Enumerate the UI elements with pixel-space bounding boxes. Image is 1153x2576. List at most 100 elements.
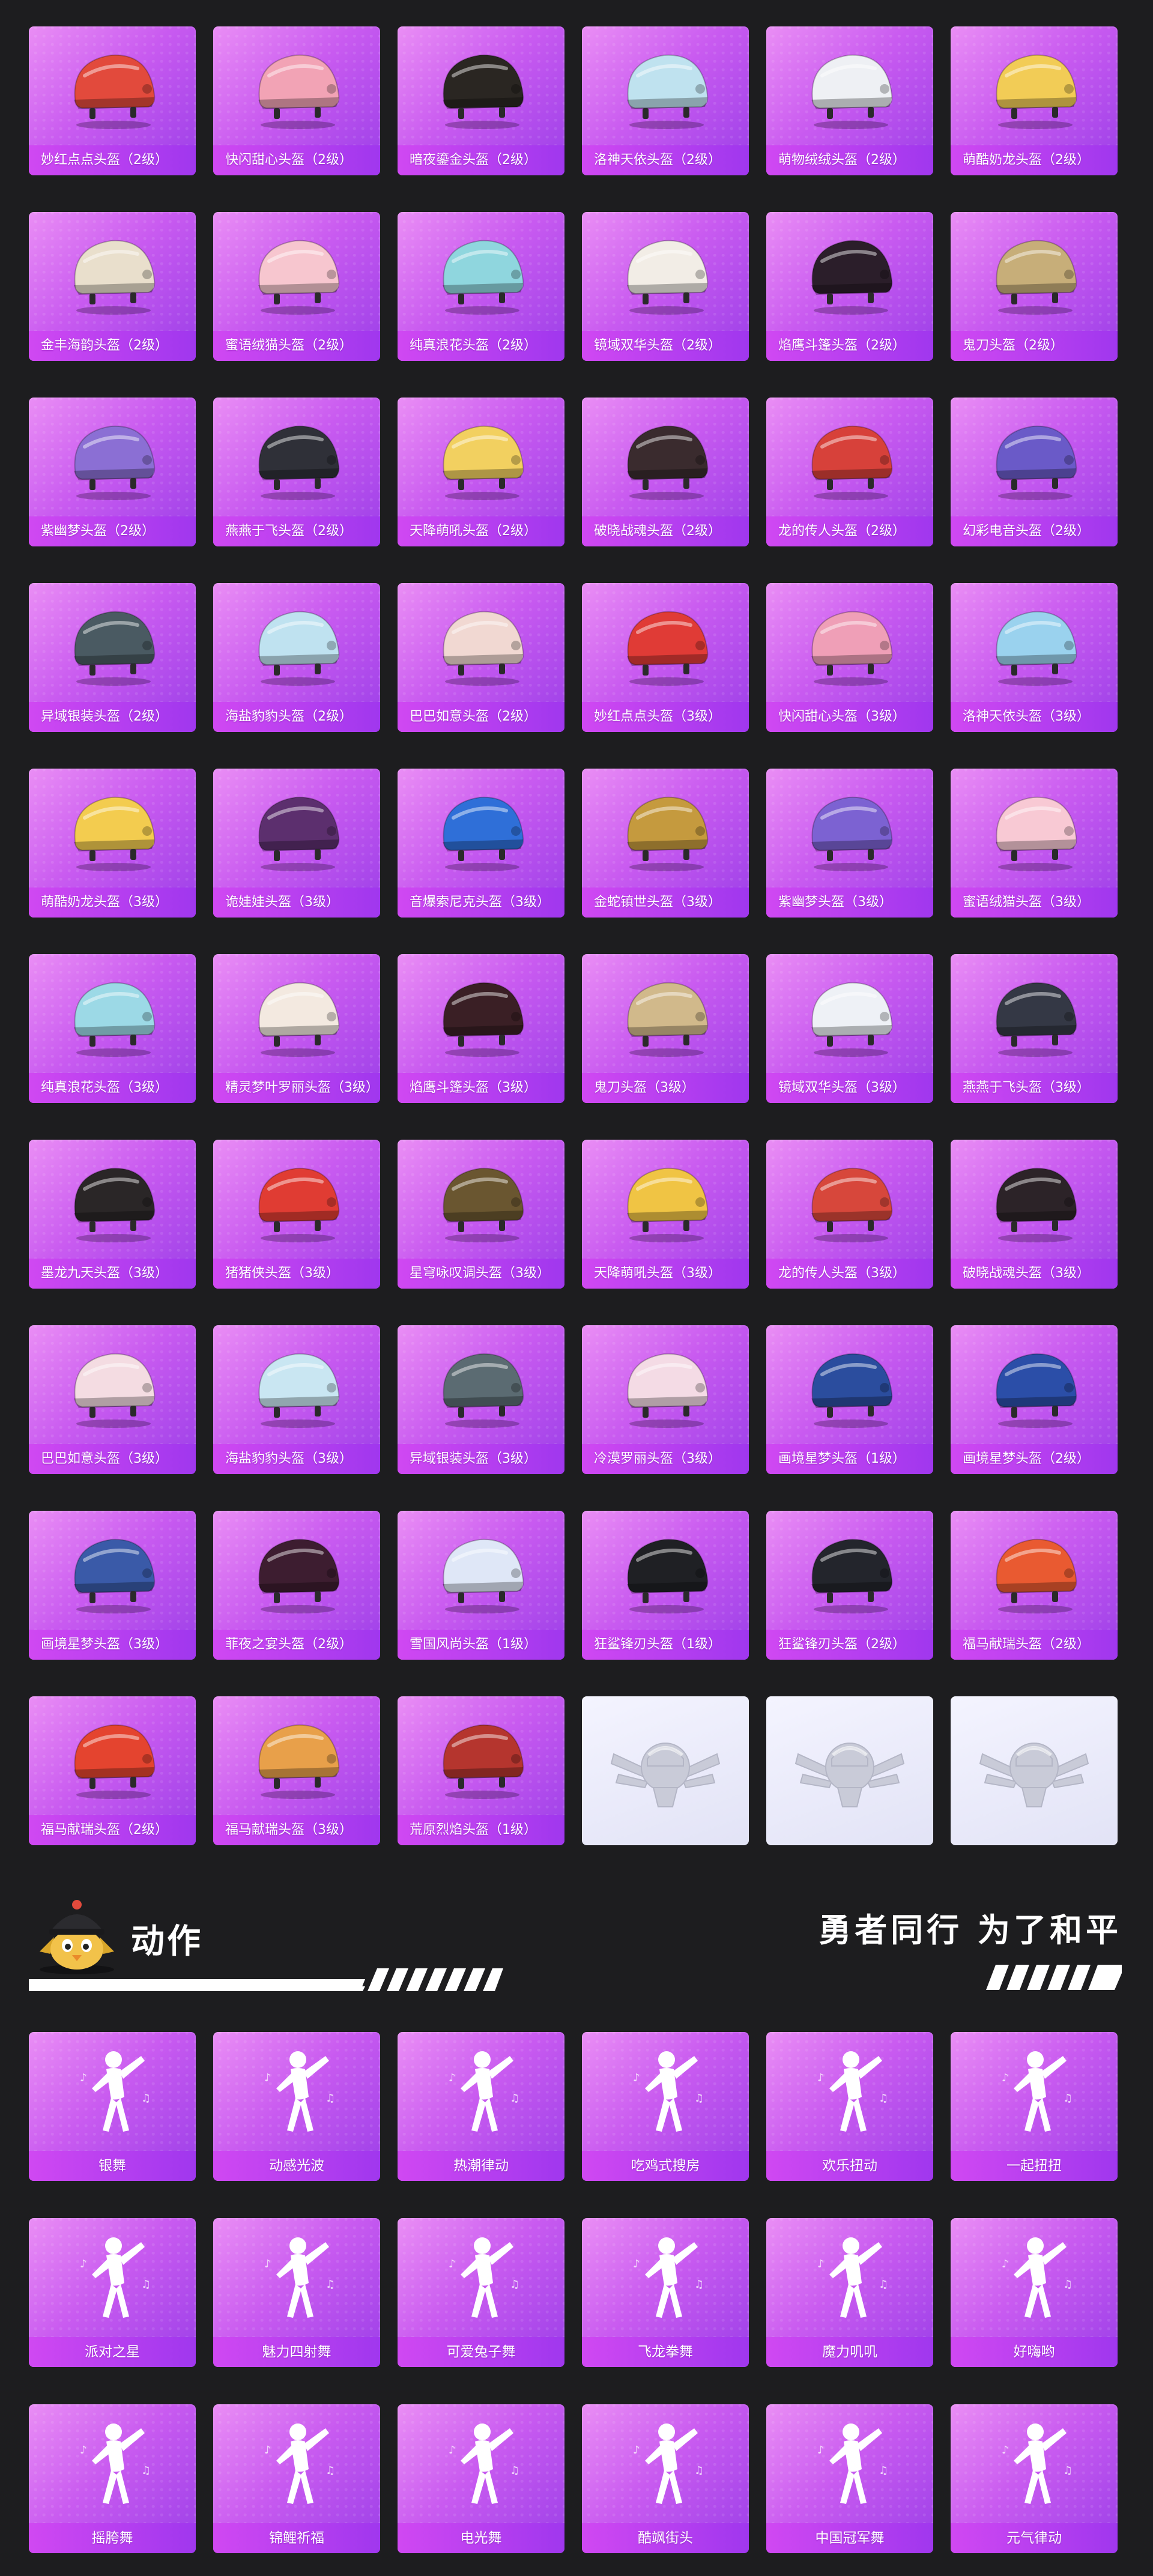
placeholder-card (582, 1696, 749, 1845)
helmet-card[interactable]: 洛神天依头盔（3级） (951, 583, 1118, 732)
helmet-card[interactable]: 紫幽梦头盔（3级） (766, 769, 933, 918)
helmet-label: 幻彩电音头盔（2级） (951, 516, 1118, 546)
helmet-card[interactable]: 鬼刀头盔（2级） (951, 212, 1118, 361)
helmet-card[interactable]: 猪猪侠头盔（3级） (213, 1140, 380, 1289)
helmet-card[interactable]: 紫幽梦头盔（2级） (29, 398, 196, 546)
helmet-card[interactable]: 福马献瑞头盔（3级） (213, 1696, 380, 1845)
helmet-card[interactable]: 菲夜之宴头盔（2级） (213, 1511, 380, 1660)
svg-text:♪: ♪ (633, 2072, 640, 2084)
helmet-card[interactable]: 天降萌吼头盔（2级） (398, 398, 564, 546)
emote-card[interactable]: ♪ ♫ 热潮律动 (398, 2032, 564, 2181)
helmet-card[interactable]: 天降萌吼头盔（3级） (582, 1140, 749, 1289)
helmet-card[interactable]: 金蛇镇世头盔（3级） (582, 769, 749, 918)
helmet-card[interactable]: 幻彩电音头盔（2级） (951, 398, 1118, 546)
helmet-icon (58, 1707, 166, 1803)
helmet-card[interactable]: 诡娃娃头盔（3级） (213, 769, 380, 918)
helmet-card[interactable]: 妙红点点头盔（3级） (582, 583, 749, 732)
helmet-card[interactable]: 福马献瑞头盔（2级） (951, 1511, 1118, 1660)
helmet-card[interactable]: 鬼刀头盔（3级） (582, 954, 749, 1103)
helmet-label: 星穹咏叹调头盔（3级） (398, 1259, 564, 1289)
helmet-card[interactable]: 镜域双华头盔（3级） (766, 954, 933, 1103)
helmet-card[interactable]: 画境星梦头盔（1级） (766, 1325, 933, 1474)
helmet-card[interactable]: 巴巴如意头盔（2级） (398, 583, 564, 732)
helmet-card[interactable]: 快闪甜心头盔（3级） (766, 583, 933, 732)
helmet-card[interactable]: 狂鲨锋刃头盔（2级） (766, 1511, 933, 1660)
helmet-icon (58, 965, 166, 1061)
helmet-card[interactable]: 纯真浪花头盔（2级） (398, 212, 564, 361)
helmet-grid: 妙红点点头盔（2级） 快闪甜心头盔（2级） 暗夜鎏金头盔（2级） 洛神天依头盔（… (29, 26, 1118, 1845)
emote-card[interactable]: ♪ ♫ 中国冠军舞 (766, 2404, 933, 2553)
helmet-card[interactable]: 龙的传人头盔（3级） (766, 1140, 933, 1289)
helmet-card[interactable]: 妙红点点头盔（2级） (29, 26, 196, 175)
helmet-icon (427, 1150, 535, 1247)
emote-card[interactable]: ♪ ♫ 酷飒街头 (582, 2404, 749, 2553)
svg-text:♫: ♫ (510, 2278, 519, 2291)
helmet-label: 快闪甜心头盔（3级） (766, 702, 933, 732)
helmet-card[interactable]: 海盐豹豹头盔（3级） (213, 1325, 380, 1474)
helmet-card[interactable]: 荒原烈焰头盔（1级） (398, 1696, 564, 1845)
svg-text:♫: ♫ (879, 2092, 888, 2105)
helmet-icon (980, 594, 1088, 690)
svg-text:♫: ♫ (694, 2464, 704, 2477)
helmet-card[interactable]: 冷漠罗丽头盔（3级） (582, 1325, 749, 1474)
helmet-card[interactable]: 福马献瑞头盔（2级） (29, 1696, 196, 1845)
helmet-icon (980, 223, 1088, 319)
emote-card[interactable]: ♪ ♫ 可爱兔子舞 (398, 2218, 564, 2367)
helmet-card[interactable]: 破晓战魂头盔（2级） (582, 398, 749, 546)
helmet-card[interactable]: 龙的传人头盔（2级） (766, 398, 933, 546)
emote-card[interactable]: ♪ ♫ 欢乐扭动 (766, 2032, 933, 2181)
helmet-icon (58, 594, 166, 690)
emote-label: 热潮律动 (398, 2151, 564, 2181)
helmet-card[interactable]: 巴巴如意头盔（3级） (29, 1325, 196, 1474)
helmet-card[interactable]: 蜜语绒猫头盔（3级） (951, 769, 1118, 918)
helmet-card[interactable]: 萌酷奶龙头盔（2级） (951, 26, 1118, 175)
helmet-icon (611, 779, 719, 875)
helmet-card[interactable]: 燕燕于飞头盔（3级） (951, 954, 1118, 1103)
emote-card[interactable]: ♪ ♫ 动感光波 (213, 2032, 380, 2181)
dancer-silhouette-icon: ♪ ♫ (611, 2229, 719, 2325)
helmet-card[interactable]: 画境星梦头盔（2级） (951, 1325, 1118, 1474)
emote-card[interactable]: ♪ ♫ 摇胯舞 (29, 2404, 196, 2553)
helmet-icon (796, 37, 904, 133)
helmet-card[interactable]: 精灵梦叶罗丽头盔（3级） (213, 954, 380, 1103)
emote-card[interactable]: ♪ ♫ 电光舞 (398, 2404, 564, 2553)
emote-card[interactable]: ♪ ♫ 元气律动 (951, 2404, 1118, 2553)
helmet-card[interactable]: 异域银装头盔（3级） (398, 1325, 564, 1474)
helmet-card[interactable]: 暗夜鎏金头盔（2级） (398, 26, 564, 175)
helmet-card[interactable]: 星穹咏叹调头盔（3级） (398, 1140, 564, 1289)
emote-card[interactable]: ♪ ♫ 银舞 (29, 2032, 196, 2181)
helmet-card[interactable]: 异域银装头盔（2级） (29, 583, 196, 732)
helmet-card[interactable]: 破晓战魂头盔（3级） (951, 1140, 1118, 1289)
emote-card[interactable]: ♪ ♫ 一起扭扭 (951, 2032, 1118, 2181)
helmet-card[interactable]: 燕燕于飞头盔（2级） (213, 398, 380, 546)
helmet-card[interactable]: 画境星梦头盔（3级） (29, 1511, 196, 1660)
helmet-card[interactable]: 金丰海韵头盔（2级） (29, 212, 196, 361)
helmet-icon (611, 594, 719, 690)
emote-card[interactable]: ♪ ♫ 好嗨哟 (951, 2218, 1118, 2367)
helmet-card[interactable]: 萌物绒绒头盔（2级） (766, 26, 933, 175)
emote-card[interactable]: ♪ ♫ 魔力叽叽 (766, 2218, 933, 2367)
emote-card[interactable]: ♪ ♫ 派对之星 (29, 2218, 196, 2367)
helmet-card[interactable]: 快闪甜心头盔（2级） (213, 26, 380, 175)
helmet-card[interactable]: 蜜语绒猫头盔（2级） (213, 212, 380, 361)
helmet-card[interactable]: 焰鹰斗篷头盔（2级） (766, 212, 933, 361)
helmet-card[interactable]: 焰鹰斗篷头盔（3级） (398, 954, 564, 1103)
helmet-card[interactable]: 萌酷奶龙头盔（3级） (29, 769, 196, 918)
title-underline-stripes (29, 1968, 503, 1991)
emote-label: 好嗨哟 (951, 2337, 1118, 2367)
dancer-silhouette-icon: ♪ ♫ (243, 2043, 351, 2139)
helmet-icon (611, 1522, 719, 1618)
emote-card[interactable]: ♪ ♫ 飞龙拳舞 (582, 2218, 749, 2367)
dancer-silhouette-icon: ♪ ♫ (980, 2415, 1088, 2511)
helmet-card[interactable]: 狂鲨锋刃头盔（1级） (582, 1511, 749, 1660)
emote-card[interactable]: ♪ ♫ 魅力四射舞 (213, 2218, 380, 2367)
helmet-card[interactable]: 音爆索尼克头盔（3级） (398, 769, 564, 918)
emote-card[interactable]: ♪ ♫ 吃鸡式搜房 (582, 2032, 749, 2181)
helmet-card[interactable]: 雪国风尚头盔（1级） (398, 1511, 564, 1660)
helmet-card[interactable]: 镜域双华头盔（2级） (582, 212, 749, 361)
helmet-card[interactable]: 纯真浪花头盔（3级） (29, 954, 196, 1103)
helmet-card[interactable]: 墨龙九天头盔（3级） (29, 1140, 196, 1289)
emote-card[interactable]: ♪ ♫ 锦鲤祈福 (213, 2404, 380, 2553)
helmet-card[interactable]: 海盐豹豹头盔（2级） (213, 583, 380, 732)
helmet-card[interactable]: 洛神天依头盔（2级） (582, 26, 749, 175)
